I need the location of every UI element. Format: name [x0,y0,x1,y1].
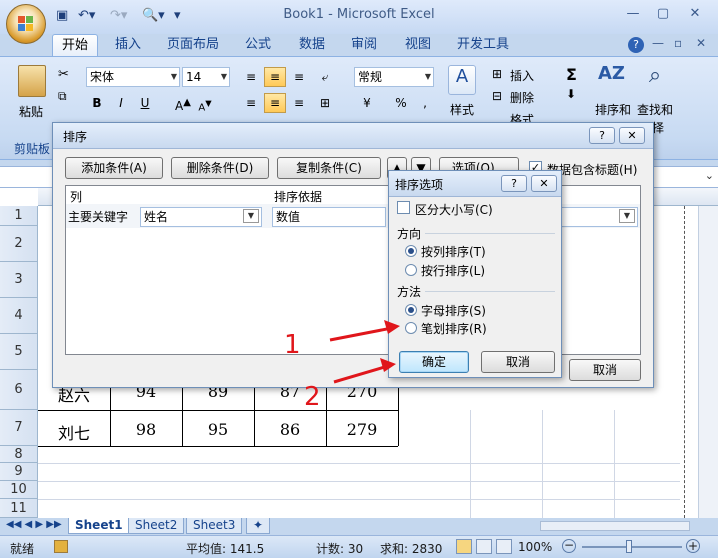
annotation-step-2: 2 [304,382,321,412]
arrow-line-1 [329,326,393,342]
office-logo-icon [18,16,34,32]
annotation-arrows [329,320,400,384]
office-button[interactable] [6,4,46,44]
arrowhead-1 [384,320,400,334]
annotation-step-1: 1 [284,330,301,360]
arrowhead-2 [380,358,396,372]
arrow-line-2 [333,364,389,384]
